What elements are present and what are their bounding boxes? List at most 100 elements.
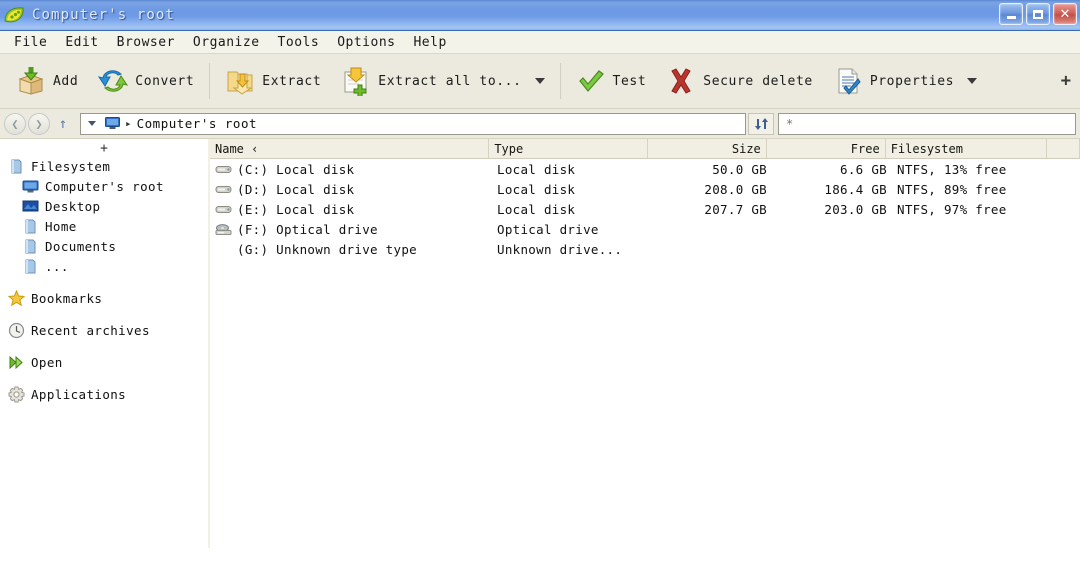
close-button[interactable]: ✕ xyxy=(1053,3,1077,25)
sidebar-item-label: Computer's root xyxy=(45,178,164,194)
green-check-icon xyxy=(576,66,606,96)
folder-icon xyxy=(8,158,25,175)
row-free-cell: 203.0 GB xyxy=(824,201,887,217)
sidebar-item-bookmarks[interactable]: Bookmarks xyxy=(0,288,208,308)
row-name-cell: (E:) Local disk xyxy=(210,202,492,217)
sort-indicator-icon: ‹ xyxy=(251,141,259,156)
row-filesystem-cell: NTFS, 89% free xyxy=(897,181,1007,197)
row-size-cell: 207.7 GB xyxy=(704,201,767,217)
convert-button[interactable]: Convert xyxy=(88,59,204,104)
computer-icon xyxy=(105,117,120,130)
column-header-filesystem[interactable]: Filesystem xyxy=(886,138,1048,159)
red-x-icon xyxy=(666,66,696,96)
menu-tools[interactable]: Tools xyxy=(269,33,329,52)
properties-chevron-down-icon[interactable] xyxy=(967,78,978,84)
breadcrumb-path: Computer's root xyxy=(136,116,258,131)
column-header-free[interactable]: Free xyxy=(767,138,886,159)
table-row[interactable]: (G:) Unknown drive type Unknown drive... xyxy=(210,239,1080,259)
row-free-cell: 6.6 GB xyxy=(840,161,887,177)
row-name-label: (F:) Optical drive xyxy=(237,221,378,237)
row-type-cell: Optical drive xyxy=(497,221,599,237)
row-type-cell: Local disk xyxy=(497,161,576,177)
table-row[interactable]: (C:) Local disk Local disk 50.0 GB 6.6 G… xyxy=(210,159,1080,179)
search-input[interactable] xyxy=(784,115,1070,132)
sidebar-item-documents[interactable]: Documents xyxy=(0,236,208,256)
minimize-button[interactable] xyxy=(999,3,1023,25)
sidebar-item-home[interactable]: Home xyxy=(0,216,208,236)
sidebar-item-desktop[interactable]: Desktop xyxy=(0,196,208,216)
desktop-icon xyxy=(22,198,39,215)
back-arrow-icon[interactable]: ❮ xyxy=(4,112,26,135)
menu-edit[interactable]: Edit xyxy=(56,33,107,52)
extract-all-button[interactable]: Extract all to... xyxy=(331,59,554,104)
test-button[interactable]: Test xyxy=(566,59,657,104)
properties-button[interactable]: Properties xyxy=(823,59,987,104)
column-header-type[interactable]: Type xyxy=(489,138,648,159)
menu-file[interactable]: File xyxy=(5,33,56,52)
sidebar-item-recent-archives[interactable]: Recent archives xyxy=(0,320,208,340)
sidebar-item-open[interactable]: Open xyxy=(0,352,208,372)
column-header-size[interactable]: Size xyxy=(648,138,767,159)
menu-organize[interactable]: Organize xyxy=(184,33,269,52)
menu-bar: File Edit Browser Organize Tools Options… xyxy=(0,31,1080,54)
menu-help[interactable]: Help xyxy=(404,33,455,52)
hard-disk-icon xyxy=(215,163,232,176)
row-name-label: (E:) Local disk xyxy=(237,201,355,217)
sidebar-item-label: Desktop xyxy=(45,198,101,214)
table-row[interactable]: (D:) Local disk Local disk 208.0 GB 186.… xyxy=(210,179,1080,199)
extract-folder-icon xyxy=(225,66,255,96)
sidebar: + Filesystem Computer's root Desktop Hom… xyxy=(0,139,210,548)
sidebar-item-more[interactable]: ... xyxy=(0,256,208,276)
sidebar-add-button[interactable]: + xyxy=(0,141,208,156)
search-field[interactable] xyxy=(778,112,1076,135)
sidebar-item-applications[interactable]: Applications xyxy=(0,384,208,404)
hard-disk-icon xyxy=(215,183,232,196)
path-field[interactable]: ▸ Computer's root xyxy=(80,112,746,135)
toolbar-overflow-button[interactable]: + xyxy=(1061,71,1071,91)
column-header-extra[interactable] xyxy=(1047,138,1080,159)
title-bar: Computer's root ✕ xyxy=(0,0,1080,31)
table-row[interactable]: (F:) Optical drive Optical drive xyxy=(210,219,1080,239)
test-button-label: Test xyxy=(612,73,647,89)
forward-arrow-icon[interactable]: ❯ xyxy=(28,112,50,135)
close-icon: ✕ xyxy=(1059,6,1071,22)
sidebar-item-label: Applications xyxy=(31,386,127,402)
row-name-cell: (G:) Unknown drive type xyxy=(210,242,492,257)
extract-all-chevron-down-icon[interactable] xyxy=(534,78,545,84)
breadcrumb-separator: ▸ xyxy=(125,117,132,130)
maximize-button[interactable] xyxy=(1026,3,1050,25)
column-header-name[interactable]: Name ‹ xyxy=(210,138,490,159)
extract-button[interactable]: Extract xyxy=(215,59,331,104)
secure-delete-button-label: Secure delete xyxy=(703,73,813,89)
folder-icon xyxy=(22,238,39,255)
table-row[interactable]: (E:) Local disk Local disk 207.7 GB 203.… xyxy=(210,199,1080,219)
folder-icon xyxy=(22,218,39,235)
row-name-label: (D:) Local disk xyxy=(237,181,355,197)
open-arrow-icon xyxy=(8,354,25,371)
clock-icon xyxy=(8,322,25,339)
window-title: Computer's root xyxy=(32,7,175,23)
extract-button-label: Extract xyxy=(262,73,322,89)
menu-options[interactable]: Options xyxy=(328,33,404,52)
row-size-cell: 50.0 GB xyxy=(712,161,767,177)
path-chevron-down-icon[interactable] xyxy=(88,121,96,126)
row-name-cell: (D:) Local disk xyxy=(210,182,492,197)
refresh-icon[interactable] xyxy=(748,112,774,135)
secure-delete-button[interactable]: Secure delete xyxy=(656,59,823,104)
convert-arrows-icon xyxy=(98,66,129,96)
sidebar-item-filesystem[interactable]: Filesystem xyxy=(0,156,208,176)
toolbar-separator-1 xyxy=(209,63,211,99)
add-button[interactable]: Add xyxy=(6,59,88,104)
menu-browser[interactable]: Browser xyxy=(108,33,184,52)
row-filesystem-cell: NTFS, 13% free xyxy=(897,161,1007,177)
sidebar-item-label: Documents xyxy=(45,238,117,254)
file-list-header: Name ‹ Type Size Free Filesystem xyxy=(210,138,1080,159)
up-arrow-icon[interactable]: ↑ xyxy=(52,113,74,135)
sidebar-item-computers-root[interactable]: Computer's root xyxy=(0,176,208,196)
sidebar-item-label: Filesystem xyxy=(31,158,111,174)
extract-all-button-label: Extract all to... xyxy=(378,73,522,89)
sidebar-item-label: Home xyxy=(45,218,77,234)
main-toolbar: Add Convert Extract Extract all to... Te… xyxy=(0,54,1080,109)
row-name-label: (C:) Local disk xyxy=(237,161,355,177)
